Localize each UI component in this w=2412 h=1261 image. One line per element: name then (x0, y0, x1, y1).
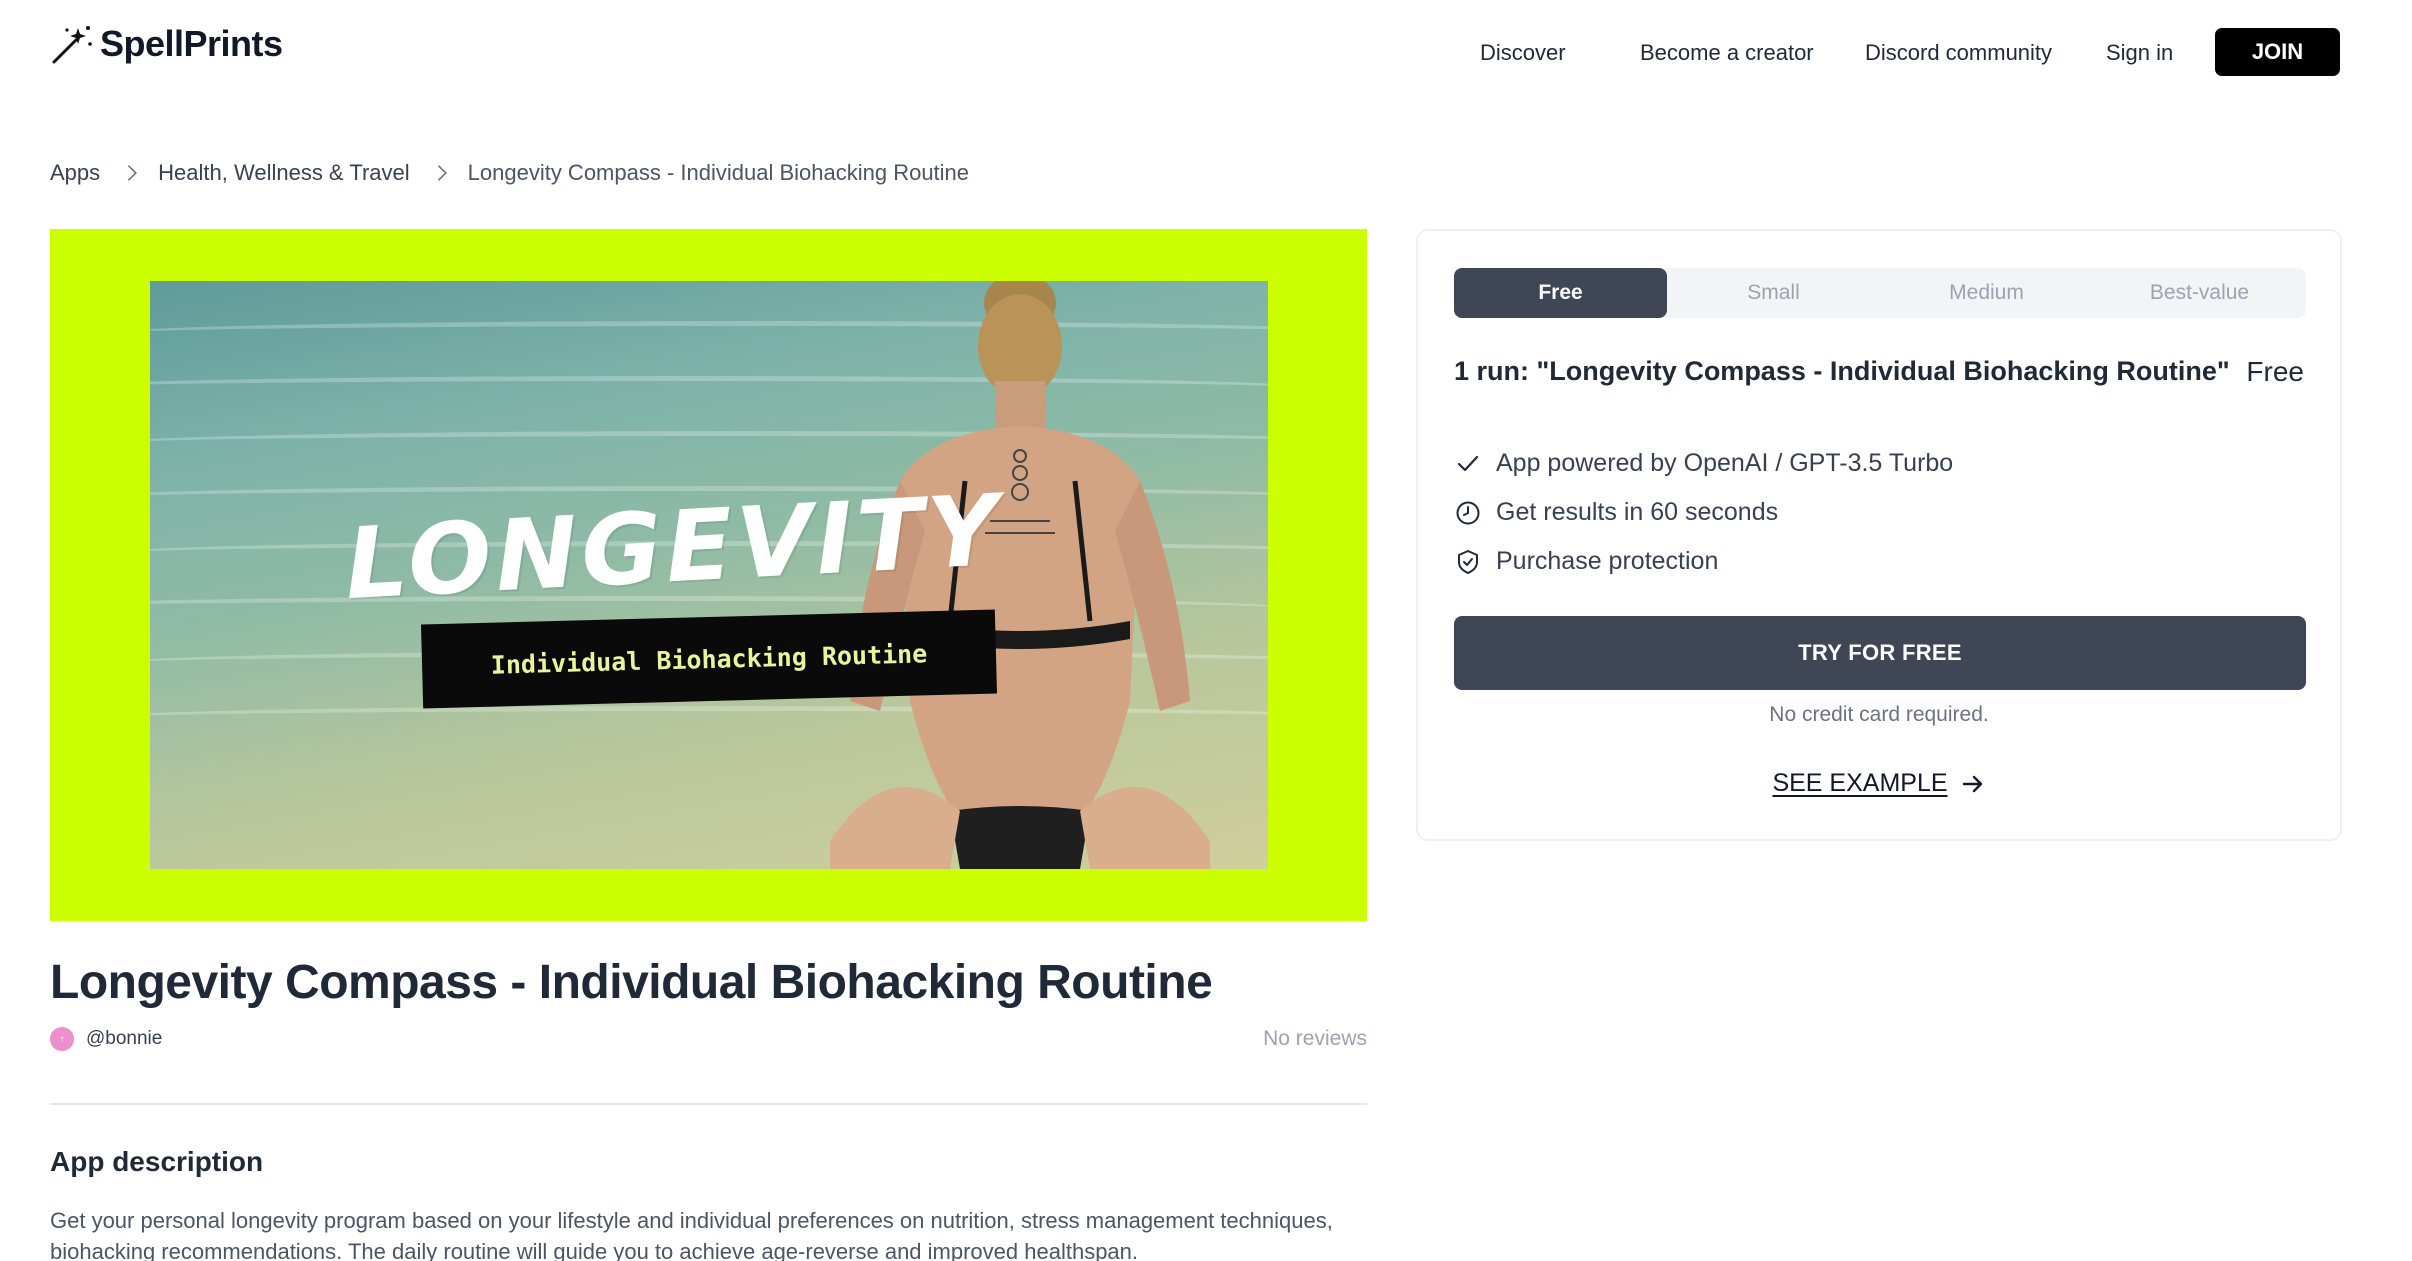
breadcrumb: Apps Health, Wellness & Travel Longevity… (50, 160, 969, 186)
try-for-free-button[interactable]: TRY FOR FREE (1454, 616, 2306, 690)
feature-text: Purchase protection (1496, 547, 1719, 575)
nav-discord-community[interactable]: Discord community (1865, 40, 2052, 66)
description-heading: App description (50, 1146, 264, 1177)
logo-text: SpellPrints (100, 23, 283, 64)
cta-note: No credit card required. (1769, 703, 1989, 726)
run-title: 1 run: "Longevity Compass - Individual B… (1454, 356, 2230, 386)
see-example-link[interactable]: SEE EXAMPLE (1418, 769, 2340, 798)
page-title: Longevity Compass - Individual Biohackin… (50, 956, 1213, 1009)
author[interactable]: ↑ @bonnie (50, 1027, 162, 1051)
cover-banner-text: Individual Biohacking Routine (490, 638, 928, 680)
feature-text: Get results in 60 seconds (1496, 498, 1779, 526)
cover-photo: LONGEVITY Individual Biohacking Routine (150, 281, 1268, 869)
author-handle[interactable]: @bonnie (86, 1028, 162, 1050)
logo[interactable]: SpellPrints (50, 22, 283, 66)
nav-sign-in[interactable]: Sign in (2106, 40, 2173, 66)
divider (50, 1103, 1367, 1105)
feature-item: Purchase protection (1454, 537, 1953, 586)
avatar: ↑ (50, 1027, 74, 1051)
tab-best-value[interactable]: Best-value (2093, 268, 2306, 318)
pricing-card: Free Small Medium Best-value 1 run: "Lon… (1416, 229, 2342, 841)
cover-banner: Individual Biohacking Routine (420, 609, 998, 709)
see-example-label[interactable]: SEE EXAMPLE (1772, 769, 1947, 798)
reviews-count: No reviews (1263, 1027, 1367, 1050)
breadcrumb-apps[interactable]: Apps (50, 160, 100, 186)
shield-check-icon (1458, 549, 1478, 574)
join-button[interactable]: JOIN (2215, 28, 2340, 76)
breadcrumb-category[interactable]: Health, Wellness & Travel (158, 160, 409, 186)
magic-wand-icon (52, 26, 92, 64)
clock-icon (1456, 501, 1480, 524)
tab-medium[interactable]: Medium (1880, 268, 2093, 318)
app-cover-image: LONGEVITY Individual Biohacking Routine (50, 229, 1367, 921)
feature-item: Get results in 60 seconds (1454, 488, 1953, 537)
tab-small[interactable]: Small (1667, 268, 1880, 318)
nav-discover[interactable]: Discover (1480, 40, 1566, 66)
nav-become-creator[interactable]: Become a creator (1640, 40, 1814, 66)
site-header: SpellPrints Discover Become a creator Di… (0, 0, 2412, 100)
chevron-right-icon (430, 165, 447, 181)
check-icon (1457, 455, 1479, 471)
feature-list: App powered by OpenAI / GPT-3.5 Turbo Ge… (1454, 439, 1953, 586)
feature-text: App powered by OpenAI / GPT-3.5 Turbo (1496, 449, 1954, 477)
arrow-right-icon (1962, 775, 1982, 792)
tab-free[interactable]: Free (1454, 268, 1667, 318)
pricing-tabs: Free Small Medium Best-value (1454, 268, 2306, 318)
run-price: Free (2246, 356, 2304, 387)
description-text: Get your personal longevity program base… (50, 1208, 1333, 1261)
feature-item: App powered by OpenAI / GPT-3.5 Turbo (1454, 439, 1953, 488)
breadcrumb-current: Longevity Compass - Individual Biohackin… (467, 160, 970, 185)
chevron-right-icon (121, 165, 138, 181)
